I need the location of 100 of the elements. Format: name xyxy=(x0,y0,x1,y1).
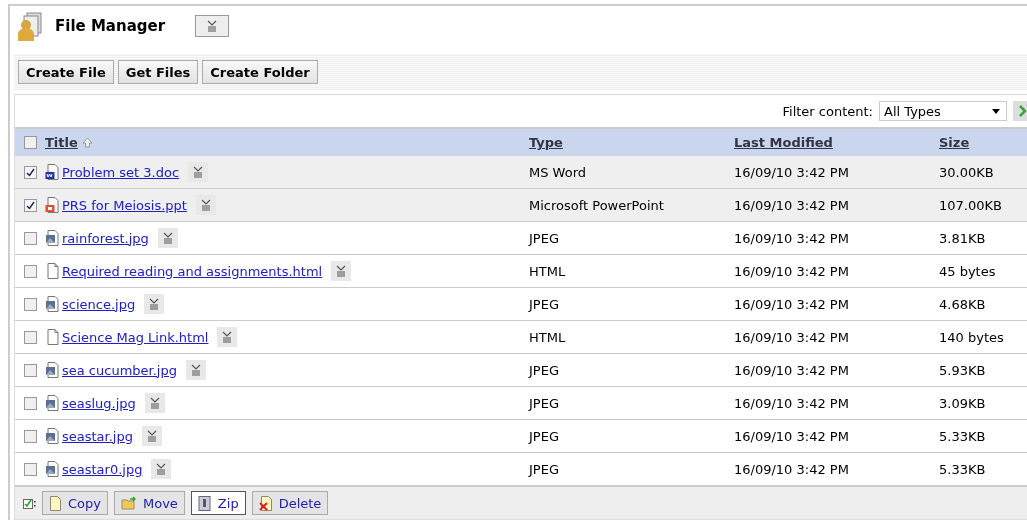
menu-button[interactable] xyxy=(151,459,172,479)
action-button[interactable]: Move xyxy=(114,491,185,515)
file-link[interactable]: seaslug.jpg xyxy=(62,395,136,411)
menu-button[interactable] xyxy=(217,327,238,347)
modified-date: 16/09/10 3:42 PM xyxy=(734,362,850,378)
file-link[interactable]: Required reading and assignments.html xyxy=(62,263,323,279)
checkbox[interactable] xyxy=(23,264,37,278)
file-link[interactable]: Science Mag Link.html xyxy=(62,329,209,345)
menu-icon xyxy=(221,331,234,343)
sort-arrow-icon xyxy=(81,137,93,148)
column-header[interactable]: Title xyxy=(45,135,93,150)
filter-label: Filter content: xyxy=(782,103,873,119)
toolbar-button[interactable]: Create Folder xyxy=(202,60,318,84)
column-header[interactable]: Last Modified xyxy=(734,135,833,150)
modified-date: 16/09/10 3:42 PM xyxy=(734,329,850,345)
user-files-icon xyxy=(17,11,45,41)
menu-icon xyxy=(192,166,205,178)
action-button[interactable]: Copy xyxy=(42,491,108,515)
modified-date: 16/09/10 3:42 PM xyxy=(734,296,850,312)
file-link[interactable]: PRS for Meiosis.ppt xyxy=(62,197,187,213)
menu-button[interactable] xyxy=(188,162,209,182)
menu-icon xyxy=(161,232,174,244)
file-size: 45 bytes xyxy=(939,263,997,279)
menu-button[interactable] xyxy=(144,393,165,413)
checkbox[interactable] xyxy=(23,297,37,311)
menu-button[interactable] xyxy=(142,426,162,446)
file-size: 5.93KB xyxy=(939,362,987,378)
toolbar-button[interactable]: Get Files xyxy=(117,60,199,84)
action-button[interactable]: Delete xyxy=(251,491,329,515)
checkbox[interactable] xyxy=(23,363,37,377)
menu-icon xyxy=(155,463,168,475)
file-size: 5.33KB xyxy=(939,428,987,444)
file-size: 5.33KB xyxy=(939,461,987,477)
modified-date: 16/09/10 3:42 PM xyxy=(734,461,850,477)
modified-date: 16/09/10 3:42 PM xyxy=(734,164,850,180)
file-link[interactable]: sea cucumber.jpg xyxy=(62,362,177,378)
folder-icon xyxy=(121,496,137,510)
select-all-icon xyxy=(23,497,36,509)
column-header[interactable]: Size xyxy=(939,135,970,150)
file-size: 107.00KB xyxy=(939,197,1003,213)
checkbox[interactable] xyxy=(23,198,37,212)
chevron-right-icon xyxy=(1019,105,1027,117)
menu-icon xyxy=(206,20,219,32)
modified-date: 16/09/10 3:42 PM xyxy=(734,395,850,411)
menu-button[interactable] xyxy=(195,195,216,215)
go-button[interactable] xyxy=(1013,101,1027,121)
checkbox[interactable] xyxy=(23,136,37,149)
file-type: MS Word xyxy=(529,164,587,180)
image-file-icon xyxy=(45,296,59,312)
file-link[interactable]: science.jpg xyxy=(62,296,136,312)
file-type: JPEG xyxy=(529,428,560,444)
archive-icon xyxy=(197,495,212,511)
menu-icon xyxy=(335,265,348,277)
file-type: Microsoft PowerPoint xyxy=(529,197,665,213)
delete-icon xyxy=(258,495,273,511)
image-file-icon xyxy=(45,461,59,477)
column-header[interactable]: Type xyxy=(529,135,563,150)
presentation-file-icon xyxy=(45,197,59,213)
modified-date: 16/09/10 3:42 PM xyxy=(734,197,850,213)
file-type: JPEG xyxy=(529,461,560,477)
image-file-icon xyxy=(45,395,59,411)
modified-date: 16/09/10 3:42 PM xyxy=(734,263,850,279)
file-size: 3.09KB xyxy=(939,395,987,411)
file-type: HTML xyxy=(529,329,567,345)
word-file-icon xyxy=(45,164,59,180)
menu-icon xyxy=(199,199,212,211)
file-link[interactable]: Problem set 3.doc xyxy=(62,164,180,180)
checkbox[interactable] xyxy=(23,231,37,245)
document-icon xyxy=(45,329,59,345)
action-button[interactable]: Zip xyxy=(190,491,246,515)
menu-button[interactable] xyxy=(185,360,206,380)
page-icon xyxy=(49,495,62,511)
file-type: JPEG xyxy=(529,230,560,246)
checkbox[interactable] xyxy=(23,429,37,443)
menu-button[interactable] xyxy=(331,261,352,281)
checkbox[interactable] xyxy=(23,462,37,476)
menu-icon xyxy=(146,430,158,442)
file-link[interactable]: seastar0.jpg xyxy=(62,461,143,477)
image-file-icon xyxy=(45,428,59,444)
menu-icon xyxy=(148,397,161,409)
menu-button[interactable] xyxy=(157,228,178,248)
checkbox[interactable] xyxy=(23,330,37,344)
menu-button[interactable] xyxy=(144,294,165,314)
document-icon xyxy=(45,263,59,279)
checkbox[interactable] xyxy=(23,165,37,179)
file-type: JPEG xyxy=(529,296,560,312)
modified-date: 16/09/10 3:42 PM xyxy=(734,230,850,246)
toolbar-button[interactable]: Create File xyxy=(18,60,114,84)
file-size: 4.68KB xyxy=(939,296,987,312)
file-size: 140 bytes xyxy=(939,329,1005,345)
page-title: File Manager xyxy=(55,17,166,35)
file-type: HTML xyxy=(529,263,567,279)
file-type: JPEG xyxy=(529,395,560,411)
checkbox[interactable] xyxy=(23,396,37,410)
file-link[interactable]: seastar.jpg xyxy=(62,428,133,444)
file-link[interactable]: rainforest.jpg xyxy=(62,230,149,246)
file-size: 3.81KB xyxy=(939,230,987,246)
filter-dropdown[interactable]: All Types xyxy=(879,101,1007,121)
menu-button[interactable] xyxy=(195,15,230,37)
file-type: JPEG xyxy=(529,362,560,378)
